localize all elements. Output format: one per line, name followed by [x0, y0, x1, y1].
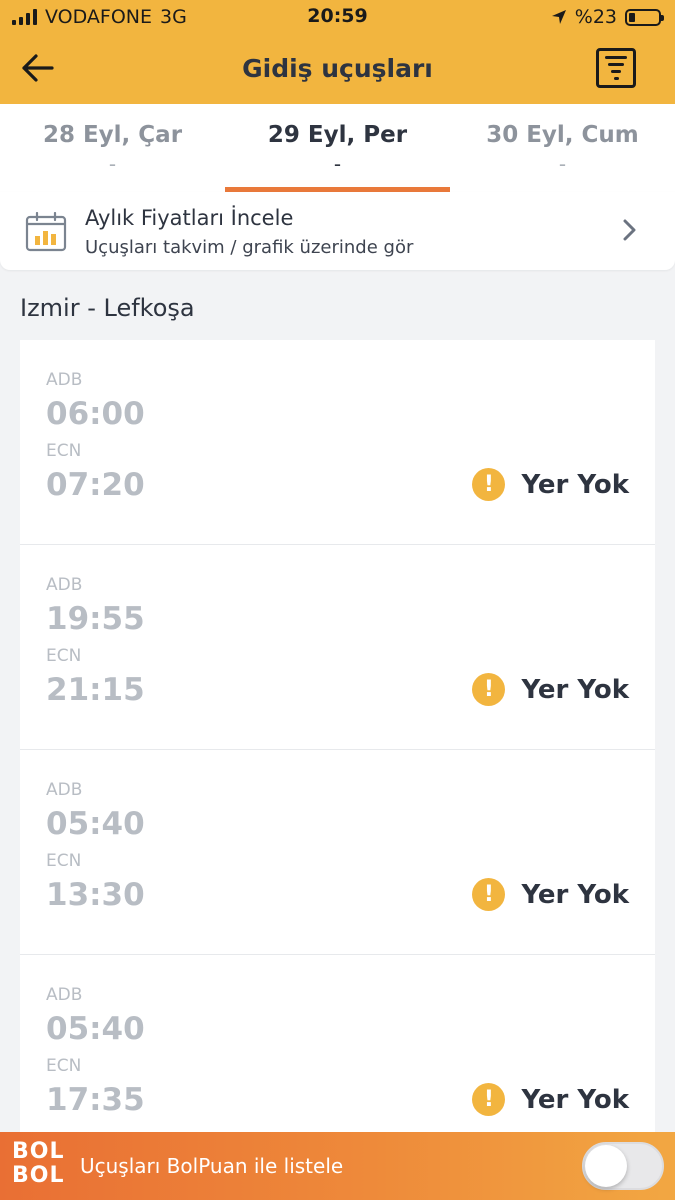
- departure-airport: ADB: [46, 780, 83, 800]
- flight-card[interactable]: ADB 05:40 ECN 13:30 ! Yer Yok: [20, 750, 655, 955]
- arrival-airport: ECN: [46, 851, 82, 871]
- availability-status: ! Yer Yok: [472, 468, 629, 501]
- bolpuan-toggle[interactable]: [582, 1142, 664, 1190]
- bolpuan-label: Uçuşları BolPuan ile listele: [80, 1154, 344, 1178]
- date-tab-label: 28 Eyl, Çar: [42, 122, 183, 148]
- status-text: Yer Yok: [521, 1084, 629, 1115]
- arrival-time: 13:30: [46, 877, 145, 913]
- exclamation-icon: !: [472, 673, 506, 706]
- departure-airport: ADB: [46, 985, 83, 1005]
- exclamation-icon: !: [472, 1083, 506, 1116]
- flight-card[interactable]: ADB 05:40 ECN 17:35 ! Yer Yok: [20, 955, 655, 1160]
- battery-icon: [625, 8, 664, 26]
- flight-list: ADB 06:00 ECN 07:20 ! Yer Yok ADB 19:55 …: [20, 340, 655, 1160]
- flight-card[interactable]: ADB 06:00 ECN 07:20 ! Yer Yok: [20, 340, 655, 545]
- monthly-prices-subtitle: Uçuşları takvim / grafik üzerinde gör: [85, 237, 414, 258]
- availability-status: ! Yer Yok: [472, 1083, 629, 1116]
- arrival-airport: ECN: [46, 1056, 82, 1076]
- status-bar: VODAFONE 3G 20:59 %23: [0, 0, 675, 34]
- date-tab-next[interactable]: 30 Eyl, Cum -: [450, 104, 675, 192]
- exclamation-icon: !: [472, 878, 506, 911]
- arrival-time: 07:20: [46, 467, 145, 503]
- date-tab-price: -: [558, 152, 567, 176]
- status-text: Yer Yok: [521, 879, 629, 910]
- filter-button[interactable]: [596, 48, 636, 88]
- arrival-airport: ECN: [46, 646, 82, 666]
- departure-time: 19:55: [46, 601, 145, 637]
- status-text: Yer Yok: [521, 469, 629, 500]
- availability-status: ! Yer Yok: [472, 878, 629, 911]
- flight-card[interactable]: ADB 19:55 ECN 21:15 ! Yer Yok: [20, 545, 655, 750]
- date-tab-label: 29 Eyl, Per: [267, 122, 408, 148]
- filter-icon: [605, 56, 627, 59]
- date-tab-prev[interactable]: 28 Eyl, Çar -: [0, 104, 225, 192]
- departure-time: 05:40: [46, 806, 145, 842]
- location-arrow-icon: [551, 10, 566, 24]
- arrival-time: 21:15: [46, 672, 145, 708]
- date-tab-price: -: [333, 152, 342, 176]
- chevron-right-icon: [623, 219, 636, 241]
- exclamation-icon: !: [472, 468, 506, 501]
- arrival-airport: ECN: [46, 441, 82, 461]
- date-tab-price: -: [108, 152, 117, 176]
- bolbol-logo: BOL BOL: [12, 1139, 65, 1188]
- status-text: Yer Yok: [521, 674, 629, 705]
- availability-status: ! Yer Yok: [472, 673, 629, 706]
- battery-percent: %23: [574, 6, 617, 28]
- bolpuan-footer: BOL BOL Uçuşları BolPuan ile listele: [0, 1132, 675, 1200]
- departure-airport: ADB: [46, 370, 83, 390]
- date-tab-label: 30 Eyl, Cum: [486, 122, 639, 148]
- date-tabs: 28 Eyl, Çar - 29 Eyl, Per - 30 Eyl, Cum …: [0, 104, 675, 192]
- toggle-knob: [585, 1145, 627, 1187]
- route-title: Izmir - Lefkoşa: [20, 294, 195, 322]
- navigation-bar: Gidiş uçuşları: [0, 38, 675, 102]
- departure-time: 06:00: [46, 396, 145, 432]
- date-tab-selected[interactable]: 29 Eyl, Per -: [225, 104, 450, 192]
- calendar-chart-icon: [25, 212, 67, 252]
- departure-airport: ADB: [46, 575, 83, 595]
- top-bar: VODAFONE 3G 20:59 %23 Gidiş uçuşları: [0, 0, 675, 104]
- monthly-prices-title: Aylık Fiyatları İncele: [85, 206, 294, 230]
- departure-time: 05:40: [46, 1011, 145, 1047]
- page-title: Gidiş uçuşları: [242, 54, 433, 83]
- arrival-time: 17:35: [46, 1082, 145, 1118]
- monthly-prices-banner[interactable]: Aylık Fiyatları İncele Uçuşları takvim /…: [0, 192, 675, 270]
